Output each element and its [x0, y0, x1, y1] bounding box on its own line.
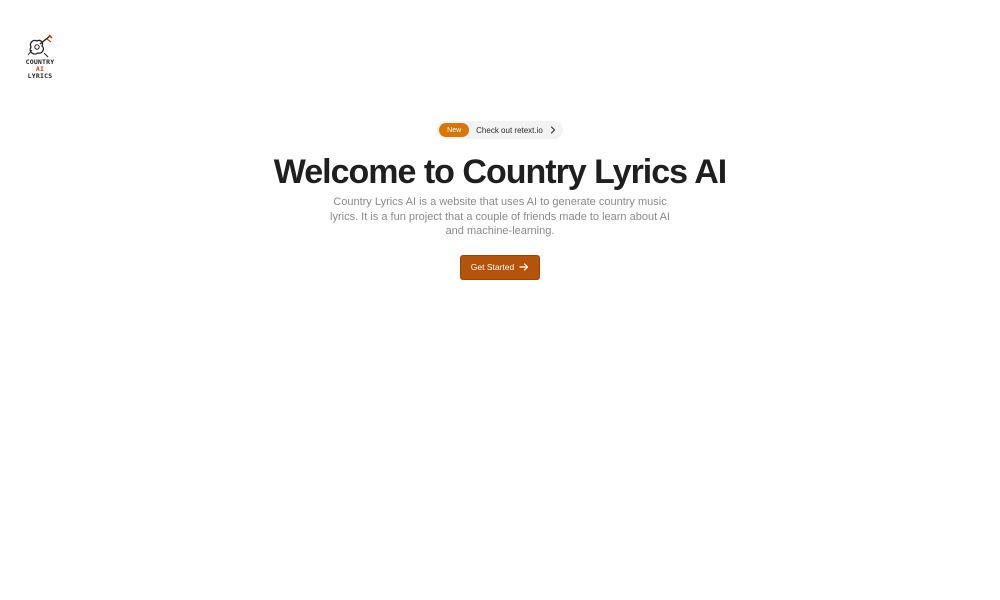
page-title: Welcome to Country Lyrics AI [273, 153, 727, 191]
chevron-right-icon [550, 126, 556, 134]
hero-section: New Check out retext.io Welcome to Count… [0, 121, 1000, 280]
new-badge: New [439, 123, 470, 137]
arrow-right-icon [519, 263, 529, 271]
get-started-button[interactable]: Get Started [460, 254, 540, 280]
logo-wordmark: COUNTRY AI LYRICS [26, 59, 55, 80]
guitar-icon [27, 34, 53, 58]
announcement-pill[interactable]: New Check out retext.io [437, 121, 563, 139]
hero-description: Country Lyrics AI is a website that uses… [330, 196, 670, 237]
get-started-label: Get Started [470, 262, 515, 272]
announcement-text: Check out retext.io [476, 125, 543, 135]
logo[interactable]: COUNTRY AI LYRICS [22, 33, 58, 80]
logo-line-lyrics: LYRICS [27, 72, 53, 80]
